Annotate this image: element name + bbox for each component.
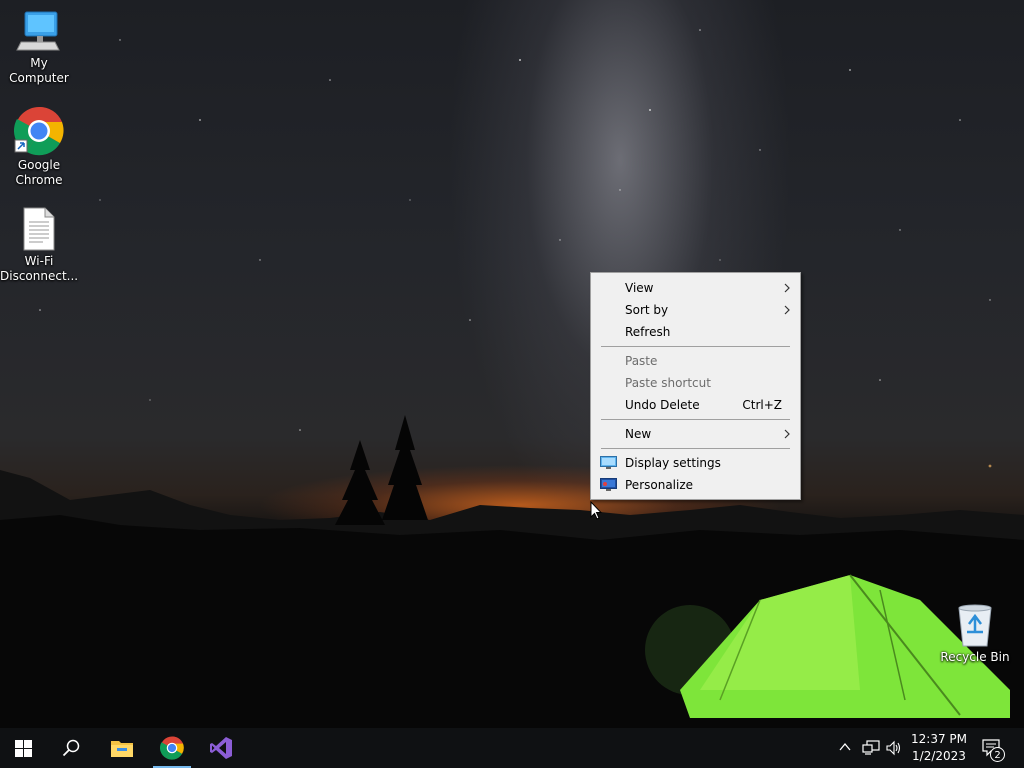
taskbar-file-explorer[interactable] xyxy=(99,728,145,768)
chevron-right-icon xyxy=(784,283,790,293)
desktop-icon-label: My Computer xyxy=(9,56,69,85)
notification-center-button[interactable]: 2 xyxy=(980,736,1006,762)
chrome-icon xyxy=(160,736,184,760)
desktop-icon-my-computer[interactable]: My Computer xyxy=(0,10,78,86)
menu-item-label: View xyxy=(625,281,654,295)
menu-item-label: New xyxy=(625,427,652,441)
personalize-icon xyxy=(600,478,617,491)
desktop-icon-label: Recycle Bin xyxy=(940,650,1010,664)
text-file-icon xyxy=(23,207,55,251)
chevron-right-icon xyxy=(784,305,790,315)
search-icon xyxy=(62,739,80,757)
mouse-cursor-icon xyxy=(590,501,602,520)
menu-item-label: Refresh xyxy=(625,325,671,339)
chevron-right-icon xyxy=(784,429,790,439)
file-explorer-icon xyxy=(111,741,133,757)
desktop-context-menu: View Sort by Refresh Paste Paste shortcu… xyxy=(590,272,801,500)
desktop-icon-label: Google Chrome xyxy=(15,158,63,187)
my-computer-icon xyxy=(16,11,60,51)
menu-item-view[interactable]: View xyxy=(591,277,800,299)
menu-item-label: Display settings xyxy=(625,456,721,470)
network-icon[interactable] xyxy=(862,740,880,756)
menu-item-label: Sort by xyxy=(625,303,669,317)
menu-separator xyxy=(601,419,790,420)
menu-item-paste-shortcut: Paste shortcut xyxy=(591,372,800,394)
menu-item-display-settings[interactable]: Display settings xyxy=(591,452,800,474)
menu-item-new[interactable]: New xyxy=(591,423,800,445)
windows-start-icon xyxy=(14,739,32,757)
search-button[interactable] xyxy=(48,728,94,768)
menu-item-paste: Paste xyxy=(591,350,800,372)
menu-separator xyxy=(601,448,790,449)
chevron-up-icon[interactable] xyxy=(839,742,851,752)
menu-item-refresh[interactable]: Refresh xyxy=(591,321,800,343)
chrome-icon xyxy=(14,106,64,156)
taskbar-visual-studio[interactable] xyxy=(198,728,244,768)
start-button[interactable] xyxy=(0,728,46,768)
desktop-icon-label: Wi-Fi Disconnect... xyxy=(0,254,79,283)
menu-item-personalize[interactable]: Personalize xyxy=(591,474,800,496)
menu-item-label: Undo Delete xyxy=(625,398,700,412)
menu-item-sort-by[interactable]: Sort by xyxy=(591,299,800,321)
menu-separator xyxy=(601,346,790,347)
clock-date: 1/2/2023 xyxy=(912,749,966,763)
display-settings-icon xyxy=(600,456,617,469)
menu-item-label: Paste shortcut xyxy=(625,376,711,390)
menu-item-shortcut: Ctrl+Z xyxy=(742,398,782,412)
menu-item-label: Personalize xyxy=(625,478,694,492)
recycle-bin-icon xyxy=(958,604,992,647)
system-clock[interactable]: 12:37 PM 1/2/2023 xyxy=(904,731,974,765)
volume-icon[interactable] xyxy=(886,740,902,756)
clock-time: 12:37 PM xyxy=(911,732,967,746)
notification-count-badge: 2 xyxy=(990,747,1005,762)
desktop-icon-google-chrome[interactable]: Google Chrome xyxy=(0,106,78,188)
desktop-icon-recycle-bin[interactable]: Recycle Bin xyxy=(936,602,1014,665)
menu-item-undo-delete[interactable]: Undo Delete Ctrl+Z xyxy=(591,394,800,416)
visual-studio-icon xyxy=(210,737,232,759)
taskbar-chrome[interactable] xyxy=(149,728,195,768)
menu-item-label: Paste xyxy=(625,354,658,368)
desktop-wallpaper xyxy=(0,0,1024,728)
desktop-icon-wifi-disconnect[interactable]: Wi-Fi Disconnect... xyxy=(0,206,78,284)
wallpaper-scene xyxy=(0,29,1024,728)
taskbar: 12:37 PM 1/2/2023 2 xyxy=(0,728,1024,768)
